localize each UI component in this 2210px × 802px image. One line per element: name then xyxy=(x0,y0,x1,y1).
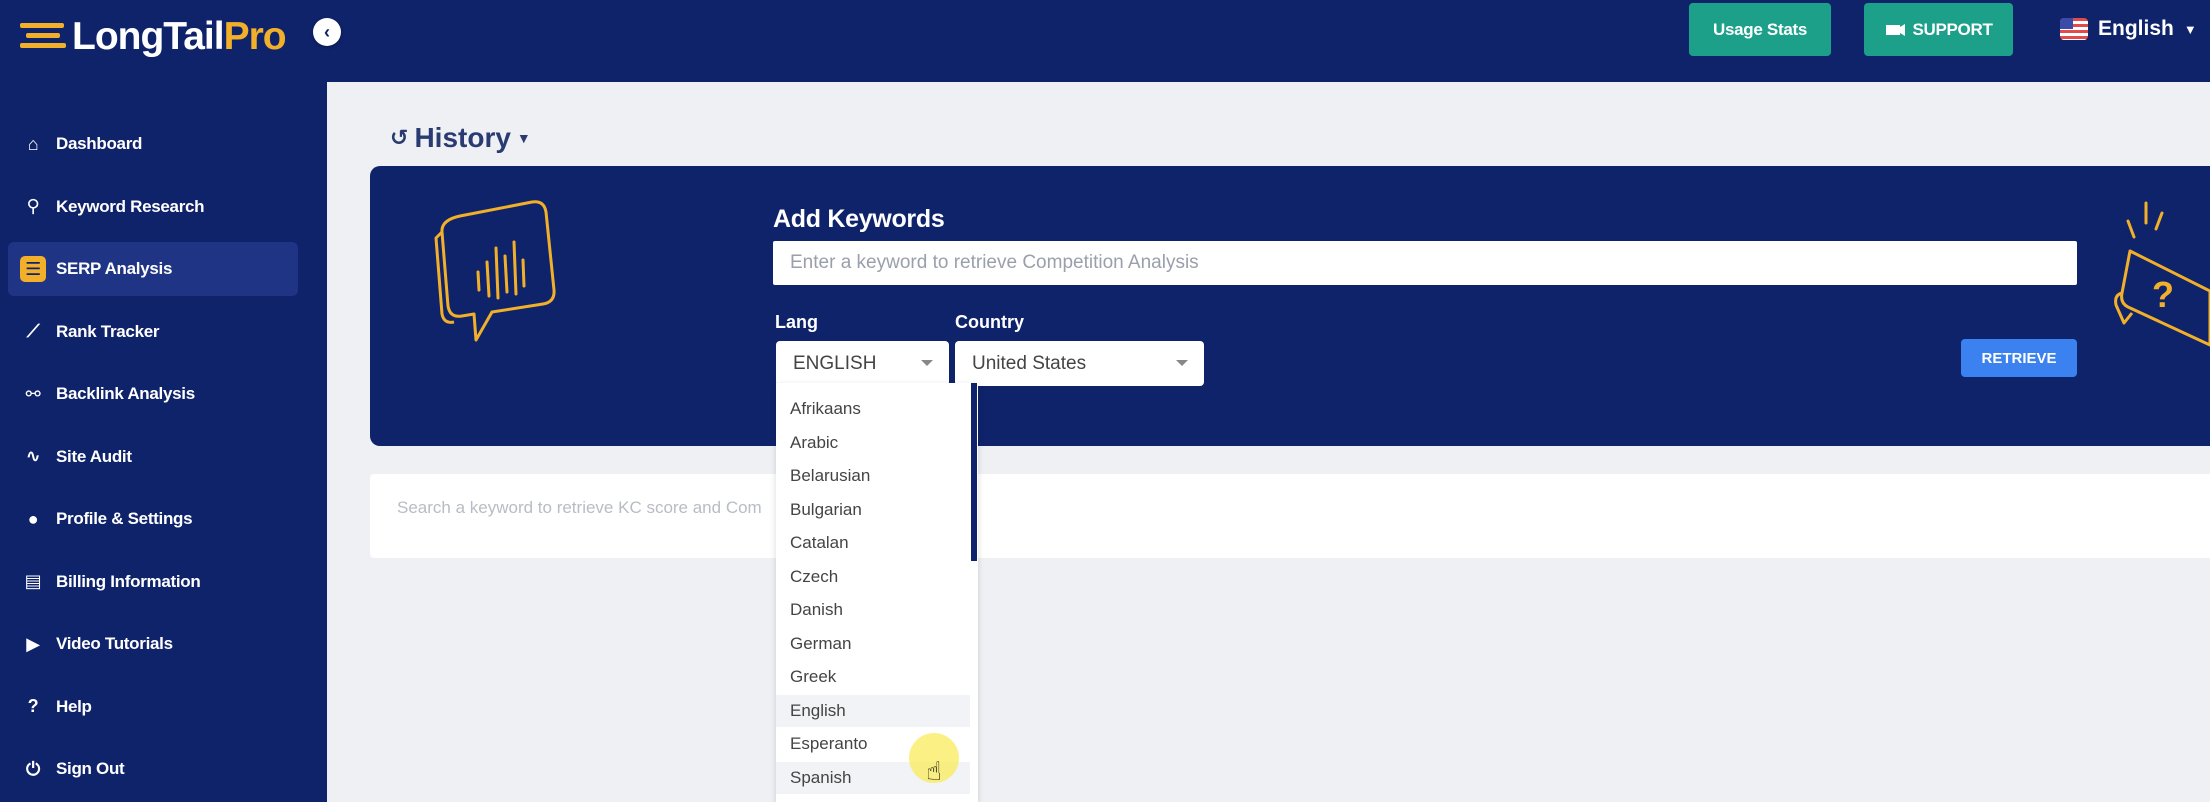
add-keywords-title: Add Keywords xyxy=(773,205,945,233)
lang-option[interactable]: Afrikaans xyxy=(776,393,970,425)
sidebar-item-rank-tracker[interactable]: ⟋ Rank Tracker xyxy=(8,305,298,359)
list-icon: ☰ xyxy=(20,256,46,282)
lang-select[interactable]: ENGLISH xyxy=(776,341,949,386)
hand-cursor-icon: ☝ xyxy=(926,756,942,786)
lang-option[interactable]: Czech xyxy=(776,561,970,593)
support-button[interactable]: SUPPORT xyxy=(1864,3,2013,56)
results-hint: Search a keyword to retrieve KC score an… xyxy=(397,498,762,517)
lang-option[interactable]: Greek xyxy=(776,661,970,693)
sidebar-item-label: Dashboard xyxy=(56,134,143,153)
sidebar-item-label: Keyword Research xyxy=(56,196,205,216)
sidebar-item-backlink-analysis[interactable]: ⚯ Backlink Analysis xyxy=(8,367,298,421)
youtube-icon: ▶ xyxy=(26,633,40,654)
home-icon: ⌂ xyxy=(27,133,39,154)
country-label: Country xyxy=(955,312,1024,332)
question-icon: ? xyxy=(27,696,39,716)
country-select-value: United States xyxy=(972,352,1087,374)
sidebar-item-sign-out[interactable]: ⏻ Sign Out xyxy=(8,742,298,796)
caret-down-icon xyxy=(1176,360,1188,366)
usage-stats-button[interactable]: Usage Stats xyxy=(1689,3,1831,56)
sidebar-item-label: Site Audit xyxy=(56,446,132,466)
sidebar-nav: ⌂ Dashboard ⚲ Keyword Research ☰ SERP Analysi… xyxy=(8,117,298,802)
history-icon: ↺ xyxy=(390,125,409,150)
sidebar-item-label: Video Tutorials xyxy=(56,634,173,653)
lang-option[interactable]: Bulgarian xyxy=(776,494,970,526)
us-flag-icon xyxy=(2060,18,2088,40)
sidebar-item-help[interactable]: ? Help xyxy=(8,680,298,734)
history-menu[interactable]: ↺ History ▼ xyxy=(390,122,531,154)
file-icon: ▤ xyxy=(24,571,42,591)
dropdown-scrollbar[interactable] xyxy=(971,383,977,561)
logo[interactable]: LongTailPro xyxy=(20,14,287,58)
sidebar-item-serp-analysis[interactable]: ☰ SERP Analysis xyxy=(8,242,298,296)
caret-down-icon: ▼ xyxy=(516,130,531,146)
logo-text: LongTailPro xyxy=(72,14,287,58)
keyword-panel xyxy=(370,166,2210,446)
power-icon: ⏻ xyxy=(26,758,40,779)
support-icon xyxy=(1886,23,1906,36)
lang-option[interactable]: Danish xyxy=(776,594,970,626)
search-icon: ⚲ xyxy=(26,196,40,216)
sidebar-item-label: Rank Tracker xyxy=(56,321,160,341)
svg-text:?: ? xyxy=(2152,274,2174,315)
user-icon: ● xyxy=(27,508,39,529)
link-icon: ⚯ xyxy=(25,383,41,404)
sidebar-item-label: Backlink Analysis xyxy=(56,384,195,403)
caret-down-icon: ▼ xyxy=(2183,21,2197,37)
sidebar-item-label: Billing Information xyxy=(56,571,201,591)
sidebar-item-video-tutorials[interactable]: ▶ Video Tutorials xyxy=(8,617,298,671)
sidebar: LongTailPro ⌂ Dashboard ⚲ Keyword Research ☰… xyxy=(0,0,327,802)
sidebar-item-label: Help xyxy=(56,696,92,716)
lang-option[interactable]: German xyxy=(776,628,970,660)
history-label: History xyxy=(414,122,511,153)
lang-option[interactable]: Belarusian xyxy=(776,460,970,492)
lang-option[interactable]: Arabic xyxy=(776,427,970,459)
logo-mark-icon xyxy=(20,19,70,53)
caret-down-icon xyxy=(921,360,933,366)
network-icon: ∿ xyxy=(25,446,41,466)
sidebar-item-profile-settings[interactable]: ● Profile & Settings xyxy=(8,492,298,546)
language-label: English xyxy=(2098,17,2174,40)
lang-select-value: ENGLISH xyxy=(793,352,877,374)
question-card-illustration-icon: ? xyxy=(2114,201,2210,347)
language-switcher[interactable]: English ▼ xyxy=(2060,14,2197,44)
keyword-input[interactable] xyxy=(773,241,2077,285)
support-label: SUPPORT xyxy=(1912,19,1993,39)
audio-chat-illustration-icon xyxy=(434,200,556,342)
country-select[interactable]: United States xyxy=(955,341,1204,386)
sidebar-item-billing-information[interactable]: ▤ Billing Information xyxy=(8,555,298,609)
sidebar-item-label: SERP Analysis xyxy=(56,259,173,278)
sidebar-item-keyword-research[interactable]: ⚲ Keyword Research xyxy=(8,180,298,234)
sidebar-item-dashboard[interactable]: ⌂ Dashboard xyxy=(8,117,298,171)
sidebar-item-label: Profile & Settings xyxy=(56,509,193,528)
sidebar-item-site-audit[interactable]: ∿ Site Audit xyxy=(8,430,298,484)
sidebar-item-label: Sign Out xyxy=(56,759,125,778)
lang-label: Lang xyxy=(775,312,818,332)
lang-option[interactable]: English xyxy=(776,694,970,727)
lang-option[interactable]: Catalan xyxy=(776,527,970,559)
chevron-left-icon[interactable]: ‹ xyxy=(313,18,341,46)
retrieve-button[interactable]: RETRIEVE xyxy=(1961,339,2077,377)
chart-line-icon: ⟋ xyxy=(26,321,40,341)
